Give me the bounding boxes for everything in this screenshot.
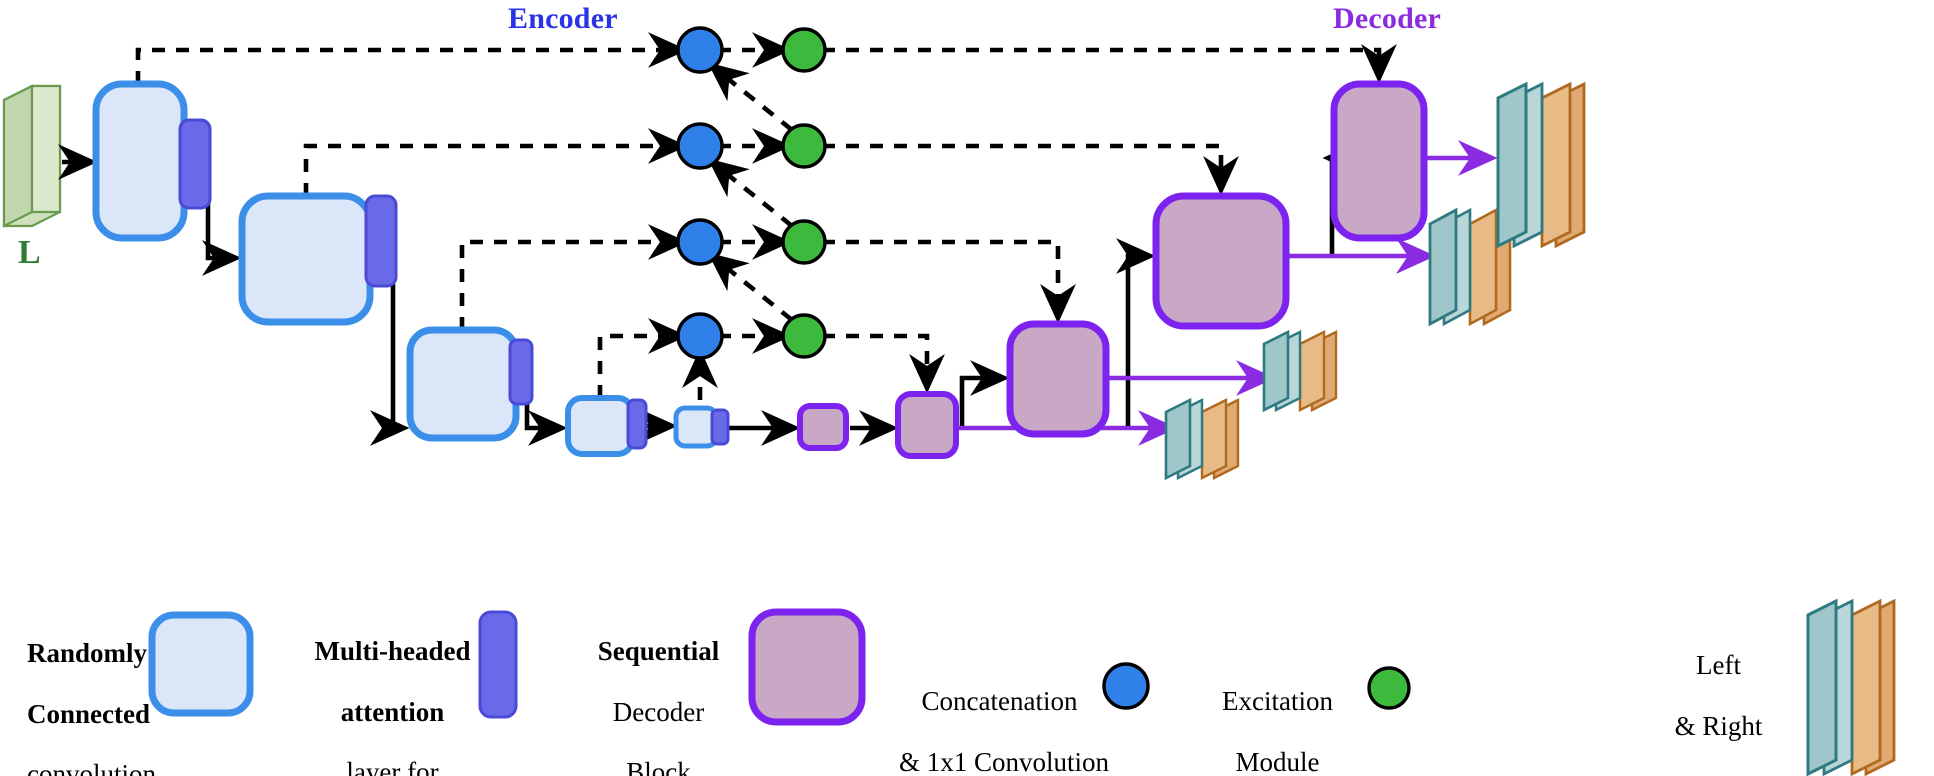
legend-line: Multi-headed — [314, 636, 471, 667]
legend-line: & Right — [1674, 710, 1763, 741]
concat-node — [676, 122, 724, 170]
encoder-block — [238, 192, 374, 326]
concat-node — [676, 218, 724, 266]
legend-label-disparity-map: Left & Right Disparity Map — [1596, 620, 1814, 776]
legend-line: Sequential — [597, 636, 720, 667]
legend-label-multi-headed-attention: Multi-headed attention layer for feature… — [278, 606, 480, 776]
decoder-block — [1152, 192, 1290, 330]
legend-line: Randomly — [27, 638, 148, 669]
attention-bar — [508, 338, 534, 406]
disparity-stack — [1262, 329, 1338, 413]
encoder-block — [673, 405, 719, 449]
decoder-block — [895, 391, 959, 459]
legend-swatch-excitation-circle — [1367, 666, 1411, 710]
legend-label-sequential-decoder-block: Sequential Decoder Block (DispNet) — [552, 606, 738, 776]
legend-swatch-decoder-block — [748, 608, 866, 726]
excitation-node — [781, 313, 827, 359]
legend-swatch-rc-block — [148, 611, 254, 717]
legend-line: Concatenation — [921, 686, 1078, 717]
legend-line: Block — [626, 757, 691, 776]
decoder-block — [797, 403, 849, 451]
encoder-block — [565, 395, 635, 457]
legend-line: Decoder — [612, 696, 705, 727]
disparity-stack — [1496, 81, 1586, 249]
legend-label-randomly-connected: Randomly Connected convolution blocks — [0, 608, 156, 776]
legend-label-concatenation: Concatenation & 1x1 Convolution — [872, 656, 1109, 776]
legend-line: layer for — [346, 757, 439, 776]
legend-line: Excitation — [1222, 686, 1333, 717]
legend-line: Module — [1235, 746, 1320, 776]
decoder-title: Decoder — [1333, 2, 1442, 35]
legend-swatch-attention-bar — [478, 610, 518, 719]
legend-line: convolution — [27, 759, 156, 776]
attention-bar — [178, 118, 212, 210]
decoder-block — [1330, 80, 1428, 242]
encoder-title: Encoder — [508, 2, 618, 35]
disparity-stack — [1164, 397, 1240, 481]
legend-line: Disparity Map — [1640, 771, 1797, 776]
input-left-image-slab — [2, 84, 62, 228]
decoder-block — [1006, 320, 1110, 438]
excitation-node — [781, 123, 827, 169]
input-image-label: L — [18, 234, 41, 271]
legend-line: Connected — [27, 698, 150, 729]
legend-label-excitation-module: Excitation Module — [1168, 656, 1360, 776]
encoder-block — [92, 80, 188, 242]
concat-node — [676, 26, 724, 74]
legend-swatch-disparity-stack — [1806, 598, 1896, 776]
encoder-block — [406, 326, 520, 442]
legend-line: Left — [1696, 650, 1741, 681]
excitation-node — [781, 219, 827, 265]
attention-bar — [626, 398, 648, 450]
legend-swatch-concat-circle — [1102, 662, 1150, 710]
concat-nodes — [676, 26, 724, 360]
legend-line: & 1x1 Convolution — [899, 746, 1110, 776]
attention-bar — [364, 194, 398, 288]
legend-line: attention — [340, 696, 445, 727]
concat-node — [676, 312, 724, 360]
architecture-diagram: Encoder Decoder L Randomly Connected con… — [0, 0, 1934, 776]
excitation-nodes — [781, 27, 827, 359]
excitation-node — [781, 27, 827, 73]
attention-bar — [710, 408, 730, 446]
